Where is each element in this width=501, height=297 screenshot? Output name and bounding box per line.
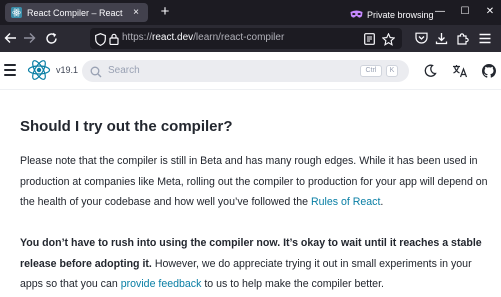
search-placeholder: Search xyxy=(108,65,140,76)
reload-icon[interactable] xyxy=(44,31,58,45)
private-browsing-indicator: Private browsing xyxy=(350,6,434,24)
url-text[interactable]: https://react.dev/learn/react-compiler xyxy=(122,32,284,43)
shortcut-key-k: K xyxy=(386,65,398,77)
paragraph-beta-notice: Please note that the compiler is still i… xyxy=(20,155,488,208)
browser-tab-strip: React Compiler – React × + Private brows… xyxy=(0,0,501,25)
browser-nav-bar: https://react.dev/learn/react-compiler xyxy=(0,25,501,52)
section-heading: Should I try out the compiler? xyxy=(20,118,233,135)
search-icon xyxy=(90,65,102,83)
downloads-icon[interactable] xyxy=(434,31,448,45)
menu-icon[interactable] xyxy=(478,31,492,45)
private-browsing-label: Private browsing xyxy=(367,10,434,20)
react-logo-icon[interactable] xyxy=(27,58,51,82)
new-tab-button[interactable]: + xyxy=(158,4,172,20)
react-icon xyxy=(11,7,22,18)
rules-of-react-link[interactable]: Rules of React xyxy=(311,196,380,208)
forward-arrow-icon[interactable] xyxy=(22,31,36,45)
browser-tab[interactable]: React Compiler – React × xyxy=(5,3,148,22)
pocket-icon[interactable] xyxy=(414,31,428,45)
url-bar[interactable]: https://react.dev/learn/react-compiler xyxy=(90,28,402,49)
back-arrow-icon[interactable] xyxy=(3,31,17,45)
dark-mode-moon-icon[interactable] xyxy=(422,63,438,79)
shield-icon[interactable] xyxy=(93,32,107,46)
private-mask-icon xyxy=(350,6,363,24)
extensions-icon[interactable] xyxy=(455,31,469,45)
lock-icon[interactable] xyxy=(107,32,121,46)
close-window-button[interactable]: ✕ xyxy=(484,6,496,18)
site-header: v19.1 Search Ctrl K xyxy=(0,52,501,90)
github-icon[interactable] xyxy=(481,63,497,79)
shortcut-key-ctrl: Ctrl xyxy=(360,65,382,77)
reader-view-icon[interactable] xyxy=(362,32,376,46)
tab-close-button[interactable]: × xyxy=(130,7,142,18)
provide-feedback-link[interactable]: provide feedback xyxy=(121,278,202,290)
bookmark-star-icon[interactable] xyxy=(381,32,395,46)
search-input[interactable]: Search Ctrl K xyxy=(82,60,409,82)
paragraph-no-rush: You don’t have to rush into using the co… xyxy=(20,237,482,290)
minimize-button[interactable]: — xyxy=(434,6,446,18)
maximize-button[interactable]: ☐ xyxy=(459,6,471,18)
version-label[interactable]: v19.1 xyxy=(56,65,78,75)
language-translate-icon[interactable] xyxy=(452,63,468,79)
hamburger-menu-icon[interactable] xyxy=(4,64,16,76)
tab-title: React Compiler – React xyxy=(27,7,123,18)
